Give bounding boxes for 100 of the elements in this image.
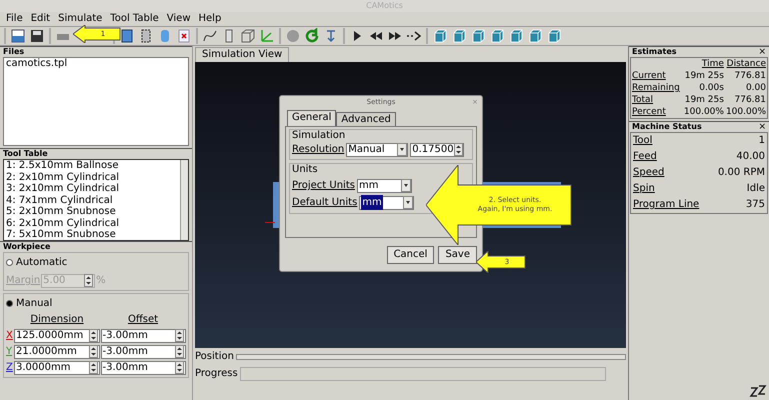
margin-label: Margin (6, 274, 40, 288)
group-title: Simulation (292, 130, 346, 142)
dialog-tab[interactable]: Advanced (336, 112, 396, 126)
row-label: Percent (632, 106, 667, 118)
table-cell: 100.00% (726, 106, 766, 118)
cube-icon[interactable] (489, 28, 505, 44)
tool-item[interactable]: 6: 2x10mm Cylindrical (6, 218, 178, 229)
close-button[interactable]: × (758, 122, 766, 132)
cube-icon[interactable] (451, 28, 467, 44)
row-label: Speed (633, 166, 664, 180)
table-cell-text: 40.00 (736, 150, 765, 164)
menu-item[interactable]: View (166, 14, 190, 24)
resolution-field[interactable]: 0.17500 (410, 142, 464, 156)
table-cell-text: 0.00 (744, 82, 766, 94)
dimension-field[interactable]: 3.0000mm (14, 360, 100, 374)
panel-title: Machine Status (632, 123, 702, 131)
spin-arrows-icon[interactable] (84, 274, 94, 287)
dialog-tab[interactable]: General (287, 110, 336, 126)
tool-item[interactable]: 5: 2x10mm Snubnose (6, 206, 178, 218)
save-icon[interactable] (29, 28, 45, 44)
table-cell-text: 0.00 RPM (718, 166, 765, 180)
unit-label: % (96, 274, 106, 288)
column-header: Dimension (30, 313, 84, 327)
dimension-field[interactable]: 21.0000mm (14, 344, 100, 358)
new-file-icon[interactable] (10, 28, 26, 44)
sleep-icon (749, 384, 767, 398)
table-cell-text: 0.00s (698, 82, 724, 94)
cube-icon[interactable] (508, 28, 524, 44)
file-name[interactable]: camotics.tpl (6, 58, 186, 70)
resolution-select[interactable]: Manual (346, 142, 408, 156)
table-cell-text: 375 (746, 198, 765, 212)
row-label: Feed (633, 150, 657, 164)
group-title: Units (292, 164, 319, 176)
offset-field[interactable]: -3.00mm (100, 360, 186, 374)
table-cell-text: 100.00% (682, 106, 724, 118)
dialog-button[interactable]: Cancel (386, 246, 434, 264)
cube-icon[interactable] (546, 28, 562, 44)
position-label: Position (195, 352, 234, 362)
spin-arrows-icon[interactable] (175, 361, 184, 374)
reload-icon[interactable] (304, 28, 320, 44)
table-cell-text: 776.81 (734, 70, 766, 82)
spin-arrows-icon[interactable] (175, 345, 184, 358)
panel-title: Estimates (632, 48, 677, 56)
radio-label[interactable]: Manual (16, 296, 52, 311)
panel-title: Workpiece (3, 243, 50, 251)
spin-arrows-icon[interactable] (454, 143, 464, 156)
tool-item[interactable]: 4: 7x1mm Cylindrical (6, 194, 178, 206)
field-label: Project Units (292, 179, 355, 193)
path-icon[interactable] (202, 28, 218, 44)
field-label: Default Units (292, 196, 358, 210)
spin-arrows-icon[interactable] (88, 361, 98, 374)
units-select[interactable]: mm (359, 196, 414, 210)
menu-item[interactable]: Simulate (58, 14, 102, 24)
radio-label[interactable]: Automatic (16, 255, 68, 270)
table-cell-text: 19m 25s (684, 70, 724, 82)
cube-icon[interactable] (432, 28, 448, 44)
row-label: Current (632, 70, 667, 82)
spin-arrows-icon[interactable] (88, 329, 98, 342)
tool-item[interactable]: 3: 2x10mm Cylindrical (6, 183, 178, 194)
delete-icon[interactable] (176, 28, 192, 44)
menu-item[interactable]: Help (198, 14, 222, 24)
panel-title: Tool Table (3, 150, 48, 158)
table-cell-text: 19m 25s (684, 94, 724, 106)
tool-item[interactable]: 7: 5x10mm Snubnose (6, 229, 178, 240)
table-cell-text: Idle (746, 182, 765, 196)
axis-label: X (6, 329, 13, 343)
row-label: Spin (633, 182, 655, 196)
tool-item[interactable]: 1: 2.5x10mm Ballnose (6, 160, 178, 172)
cube-icon[interactable] (470, 28, 486, 44)
axis-line (265, 222, 275, 223)
row-label: Program Line (633, 198, 700, 212)
field-label: Resolution (292, 143, 344, 157)
view-tab[interactable]: Simulation View (195, 47, 290, 62)
column-header: Time (700, 58, 724, 70)
panel-title: Files (3, 48, 24, 56)
menu-item[interactable]: Edit (30, 14, 50, 24)
radio-button[interactable] (6, 300, 13, 307)
scrollbar[interactable] (180, 160, 188, 240)
column-header: Distance (726, 58, 766, 70)
offset-field[interactable]: -3.00mm (100, 344, 186, 358)
dialog-button[interactable]: Save (438, 246, 477, 264)
table-cell-text: 1 (758, 134, 765, 148)
table-cell-text: 776.81 (734, 94, 766, 106)
radio-button[interactable] (6, 259, 13, 266)
menu-item[interactable]: Tool Table (110, 14, 159, 24)
cube-icon[interactable] (527, 28, 543, 44)
box-icon[interactable] (240, 28, 256, 44)
offset-field[interactable]: -3.00mm (100, 328, 186, 342)
units-select[interactable]: mm (356, 178, 412, 192)
dimension-field[interactable]: 125.0000mm (14, 328, 100, 342)
close-button[interactable]: × (758, 48, 766, 56)
block-icon[interactable] (119, 28, 135, 44)
spin-arrows-icon[interactable] (88, 345, 98, 358)
axis-label: Y (6, 345, 13, 359)
tool-item[interactable]: 2: 2x10mm Cylindrical (6, 172, 178, 183)
spin-arrows-icon[interactable] (175, 329, 184, 342)
axis-label: Z (6, 361, 13, 375)
select-value: mm (358, 179, 378, 193)
row-label: Total (632, 94, 654, 106)
menu-item[interactable]: File (6, 14, 23, 24)
